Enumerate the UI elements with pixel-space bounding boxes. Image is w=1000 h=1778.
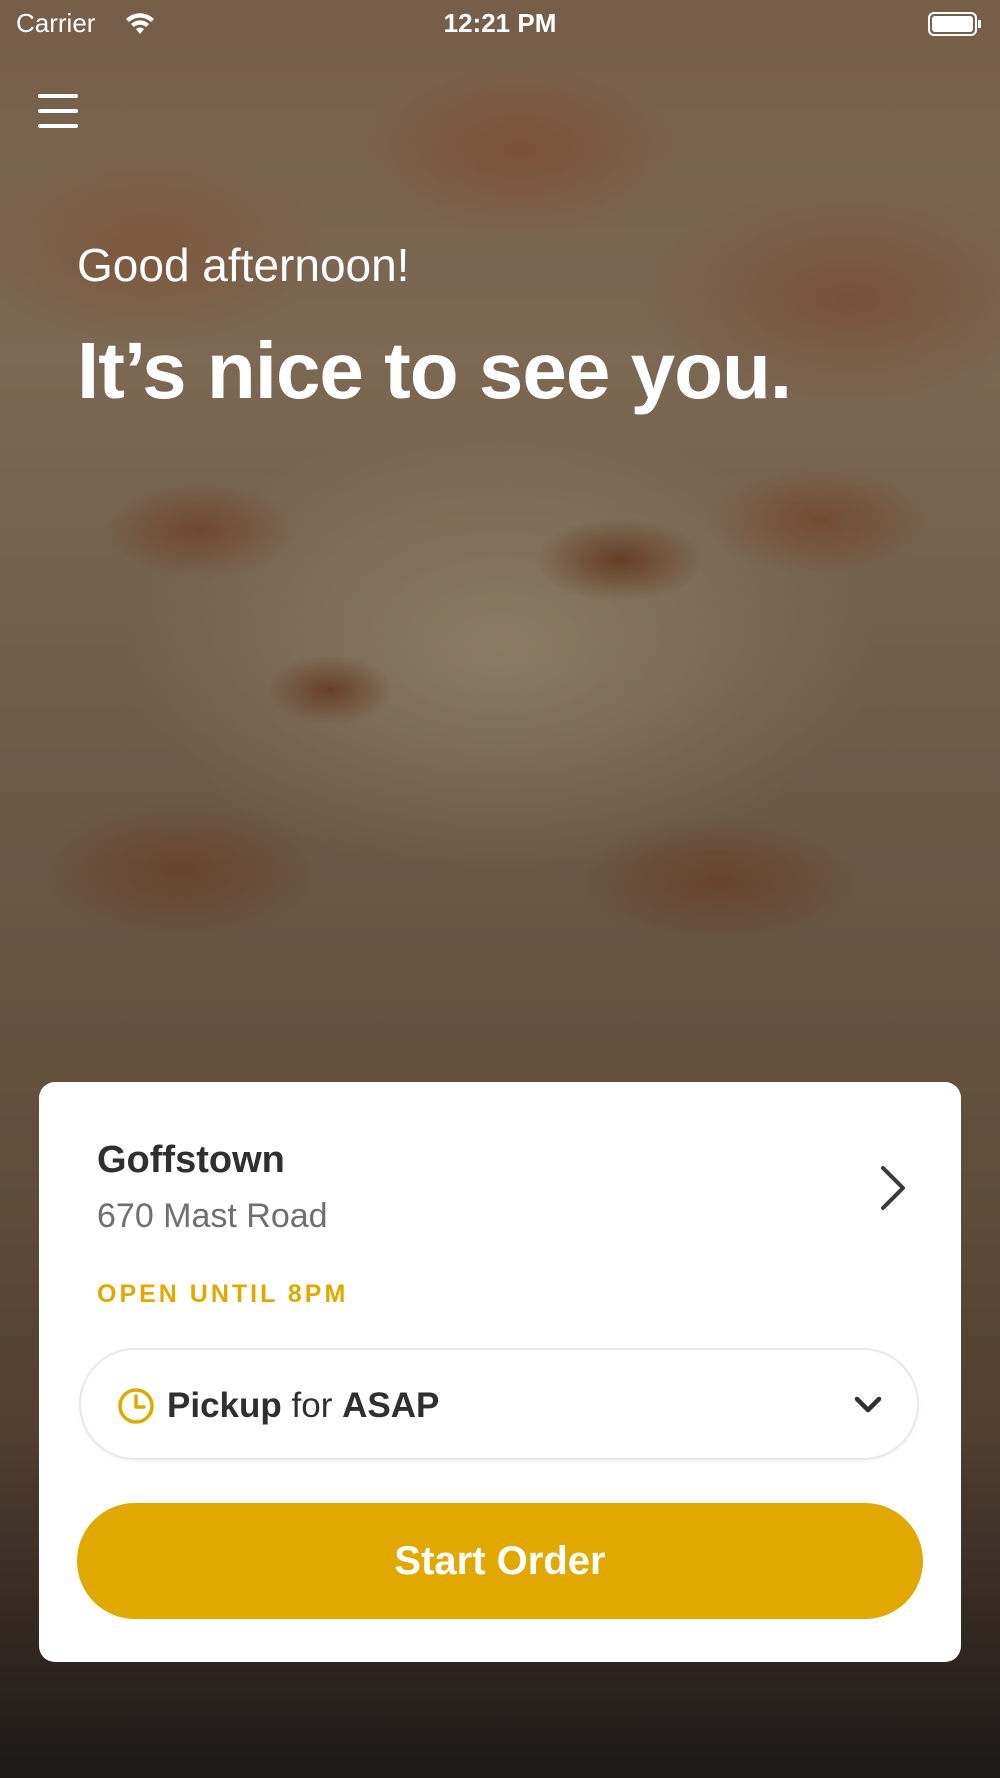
chevron-right-icon <box>881 1166 905 1210</box>
clock-icon <box>118 1388 154 1424</box>
battery-icon <box>928 12 981 36</box>
order-connector: for <box>291 1386 333 1425</box>
location-selector[interactable]: Goffstown 670 Mast Road <box>39 1082 961 1252</box>
order-summary: Pickup for ASAP <box>167 1386 439 1426</box>
status-bar: Carrier 12:21 PM <box>0 0 1000 50</box>
hamburger-menu-icon[interactable] <box>38 94 78 132</box>
order-type-dropdown[interactable]: Pickup for ASAP <box>79 1348 919 1460</box>
order-time: ASAP <box>342 1386 440 1425</box>
greeting-text: Good afternoon! <box>77 239 410 291</box>
location-address: 670 Mast Road <box>97 1197 328 1235</box>
start-order-button[interactable]: Start Order <box>77 1503 923 1619</box>
headline-text: It’s nice to see you. <box>77 326 792 415</box>
open-status-label: OPEN UNTIL 8PM <box>97 1280 349 1308</box>
location-card: Goffstown 670 Mast Road OPEN UNTIL 8PM P… <box>39 1082 961 1662</box>
location-name: Goffstown <box>97 1139 285 1181</box>
order-mode: Pickup <box>167 1386 282 1425</box>
chevron-down-icon <box>854 1396 882 1413</box>
status-time: 12:21 PM <box>443 8 557 38</box>
